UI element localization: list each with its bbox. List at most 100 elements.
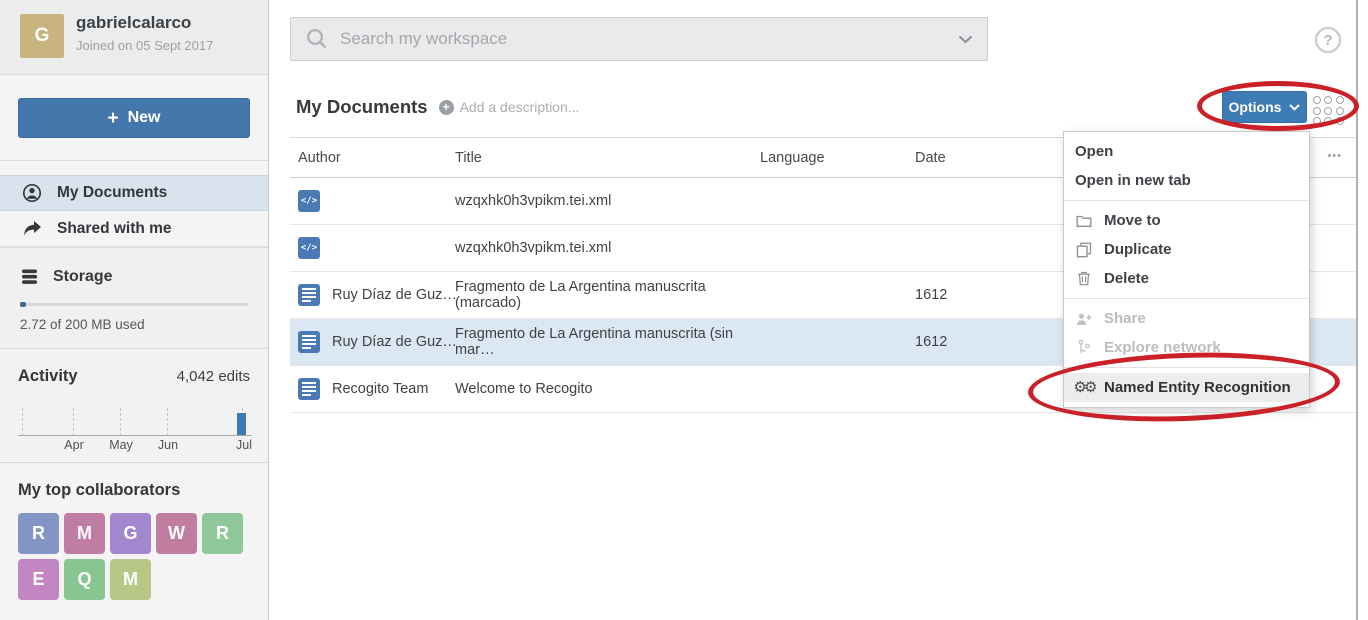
chart-tick-label: Jun (158, 438, 178, 452)
text-file-icon (298, 378, 320, 400)
menu-item-duplicate[interactable]: Duplicate (1064, 235, 1309, 264)
joined-date: Joined on 05 Sept 2017 (76, 38, 213, 53)
collaborators-section: My top collaborators R M G W R E Q M (0, 463, 268, 600)
chart-tick-label: Jul (236, 438, 252, 452)
menu-divider (1064, 298, 1309, 299)
new-button-label: New (128, 109, 161, 127)
menu-item-move-to[interactable]: Move to (1064, 206, 1309, 235)
column-language[interactable]: Language (760, 150, 915, 166)
row-date: 1612 (915, 287, 1035, 303)
share-user-icon (1075, 312, 1093, 326)
search-icon (305, 27, 329, 51)
grid-view-toggle[interactable] (1313, 96, 1345, 126)
activity-edit-count: 4,042 edits (177, 368, 250, 385)
column-author[interactable]: Author (290, 150, 455, 166)
column-date[interactable]: Date (915, 150, 1035, 166)
collaborator-avatar[interactable]: R (18, 513, 59, 554)
username: gabrielcalarco (76, 13, 191, 33)
menu-item-open-new-tab[interactable]: Open in new tab (1064, 166, 1309, 195)
menu-item-named-entity-recognition[interactable]: ⚙⚙ Named Entity Recognition (1064, 373, 1309, 402)
help-label: ? (1323, 32, 1332, 49)
collaborator-avatar[interactable]: R (202, 513, 243, 554)
chart-axis (18, 435, 252, 436)
chart-gridline (73, 408, 74, 436)
storage-label: Storage (53, 268, 113, 286)
options-button[interactable]: Options (1222, 91, 1307, 123)
chart-tick-label: Apr (64, 438, 83, 452)
column-title[interactable]: Title (455, 150, 760, 166)
collaborator-avatar[interactable]: W (156, 513, 197, 554)
text-file-icon (298, 331, 320, 353)
row-title: Fragmento de La Argentina manuscrita (si… (455, 326, 760, 358)
row-title: Welcome to Recogito (455, 381, 760, 397)
new-button[interactable]: + New (18, 98, 250, 138)
search-bar (290, 17, 988, 61)
activity-title: Activity (18, 367, 78, 386)
menu-divider (1064, 200, 1309, 201)
menu-item-explore-network: Explore network (1064, 333, 1309, 362)
chevron-down-icon[interactable] (958, 35, 973, 44)
menu-item-label: Delete (1104, 270, 1149, 287)
storage-icon (20, 268, 39, 286)
scrollbar-edge (1356, 0, 1358, 620)
row-title: wzqxhk0h3vpikm.tei.xml (455, 193, 760, 209)
row-author: Ruy Díaz de Guz… (332, 287, 455, 303)
code-file-icon: </> (298, 237, 320, 259)
add-description-label: Add a description... (460, 99, 580, 115)
menu-item-label: Open in new tab (1075, 172, 1191, 189)
recogito-workspace: G gabrielcalarco Joined on 05 Sept 2017 … (0, 0, 1368, 620)
plus-icon: + (107, 109, 118, 128)
main-content: ? My Documents + Add a description... Op… (270, 0, 1368, 620)
menu-item-label: Duplicate (1104, 241, 1172, 258)
column-settings-icon[interactable]: ••• (1327, 150, 1342, 162)
chart-tick-label: May (109, 438, 133, 452)
chart-bar-jul (237, 413, 246, 435)
menu-item-delete[interactable]: Delete (1064, 264, 1309, 293)
sidebar-item-label: My Documents (57, 184, 167, 202)
storage-usage: 2.72 of 200 MB used (20, 317, 248, 332)
user-profile[interactable]: G gabrielcalarco Joined on 05 Sept 2017 (0, 0, 268, 75)
activity-chart: Apr May Jun Jul (18, 400, 252, 452)
network-icon (1075, 340, 1093, 355)
collaborator-avatar[interactable]: G (110, 513, 151, 554)
storage-progress-fill (20, 302, 26, 307)
chart-gridline (22, 408, 23, 436)
search-input[interactable] (340, 29, 947, 49)
user-circle-icon (22, 183, 42, 203)
chevron-down-icon (1289, 104, 1300, 111)
chart-gridline (120, 408, 121, 436)
menu-item-share: Share (1064, 304, 1309, 333)
options-label: Options (1229, 99, 1282, 115)
menu-item-label: Named Entity Recognition (1104, 379, 1291, 396)
collaborator-avatar[interactable]: M (110, 559, 151, 600)
row-author: Recogito Team (332, 381, 428, 397)
menu-item-label: Explore network (1104, 339, 1221, 356)
collaborators-title: My top collaborators (18, 481, 250, 500)
add-description[interactable]: + Add a description... (439, 99, 580, 115)
chart-gridline (167, 408, 168, 436)
page-title: My Documents (296, 96, 428, 118)
sidebar-item-my-documents[interactable]: My Documents (0, 175, 268, 211)
menu-item-open[interactable]: Open (1064, 137, 1309, 166)
sidebar: G gabrielcalarco Joined on 05 Sept 2017 … (0, 0, 269, 620)
collaborator-avatar[interactable]: E (18, 559, 59, 600)
menu-item-label: Share (1104, 310, 1146, 327)
gears-icon: ⚙⚙ (1075, 380, 1093, 395)
sidebar-item-shared-with-me[interactable]: Shared with me (0, 211, 268, 247)
avatar: G (20, 14, 64, 58)
folder-icon (1075, 214, 1093, 228)
text-file-icon (298, 284, 320, 306)
storage-section: Storage 2.72 of 200 MB used (0, 248, 268, 349)
sidebar-item-label: Shared with me (57, 220, 172, 238)
collaborator-avatar[interactable]: Q (64, 559, 105, 600)
new-section: + New (0, 75, 268, 161)
row-author: Ruy Díaz de Guz… (332, 334, 455, 350)
collaborator-avatar[interactable]: M (64, 513, 105, 554)
trash-icon (1075, 271, 1093, 286)
help-button[interactable]: ? (1315, 27, 1341, 53)
menu-divider (1064, 367, 1309, 368)
row-title: wzqxhk0h3vpikm.tei.xml (455, 240, 760, 256)
duplicate-icon (1075, 242, 1093, 258)
options-dropdown-menu: Open Open in new tab Move to Duplicate (1063, 131, 1310, 408)
menu-item-label: Move to (1104, 212, 1161, 229)
